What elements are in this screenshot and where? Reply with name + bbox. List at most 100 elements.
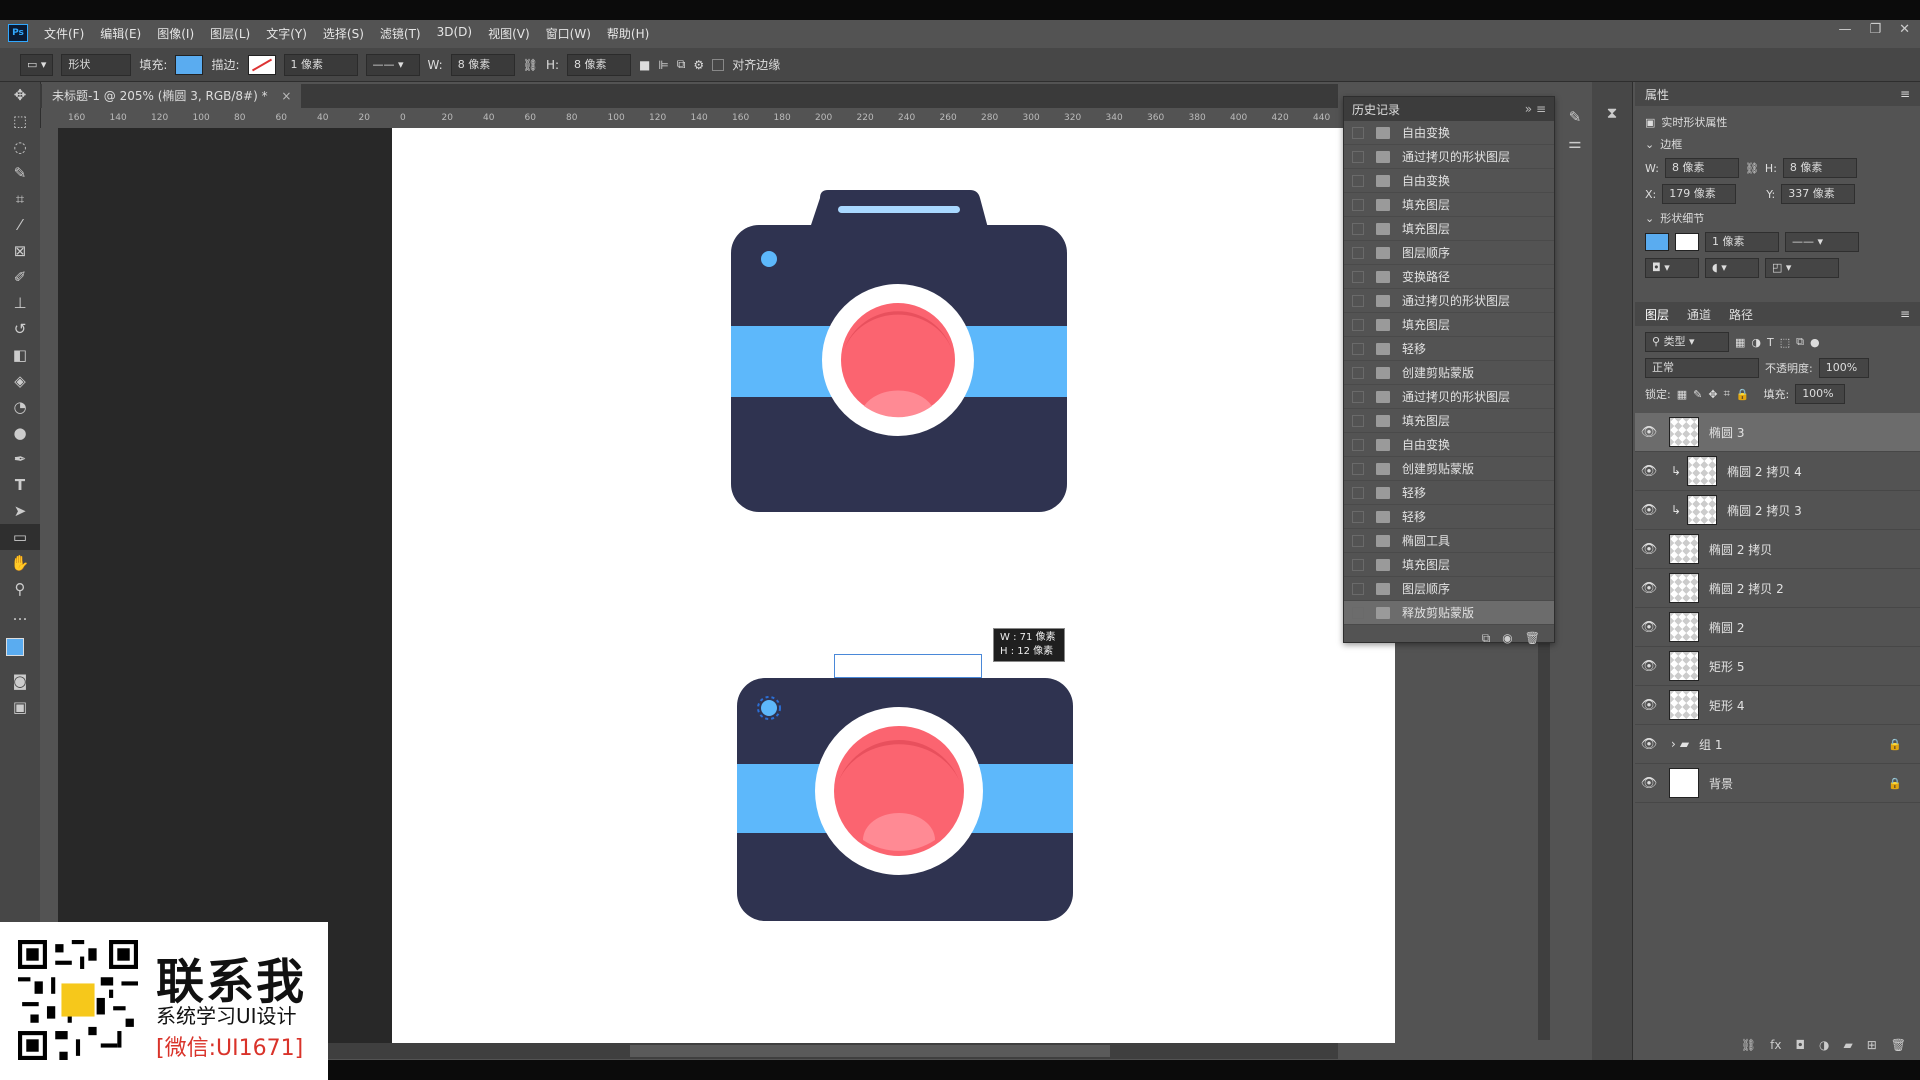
layer-row[interactable]: 👁 椭圆 2 <box>1635 608 1920 647</box>
menu-item[interactable]: 文件(F) <box>36 25 92 42</box>
history-item[interactable]: 自由变换 <box>1344 433 1554 457</box>
shape-details-section[interactable]: ⌄ 形状细节 <box>1635 207 1920 229</box>
close-tab-icon[interactable]: × <box>281 89 291 103</box>
history-item[interactable]: 填充图层 <box>1344 409 1554 433</box>
history-item[interactable]: 图层顺序 <box>1344 241 1554 265</box>
fx-icon[interactable]: fx <box>1770 1038 1781 1052</box>
minimize-icon[interactable]: — <box>1838 22 1851 37</box>
mode-select[interactable]: 形状 <box>61 53 132 76</box>
restore-icon[interactable]: ❐ <box>1869 22 1881 37</box>
history-source-checkbox[interactable] <box>1352 246 1364 259</box>
hand-tool-icon[interactable]: ✋ <box>0 550 40 576</box>
layer-row[interactable]: 👁 矩形 5 <box>1635 647 1920 686</box>
brush-dock-icon[interactable]: ✎ <box>1560 104 1590 130</box>
fill-field[interactable]: 100% <box>1795 384 1846 404</box>
expand-chevron-icon[interactable]: › <box>1671 737 1676 751</box>
screen-mode-icon[interactable]: ▣ <box>0 694 40 720</box>
menu-item[interactable]: 帮助(H) <box>599 25 657 42</box>
align-edges-checkbox[interactable] <box>712 58 725 71</box>
visibility-eye-icon[interactable]: 👁 <box>1635 464 1663 479</box>
layers-tab[interactable]: 图层 <box>1645 306 1669 323</box>
history-source-checkbox[interactable] <box>1352 126 1364 139</box>
history-source-checkbox[interactable] <box>1352 390 1364 403</box>
stroke-type-select[interactable]: —— ▾ <box>365 53 420 76</box>
layer-row[interactable]: 👁 背景 🔒 <box>1635 764 1920 803</box>
history-item[interactable]: 填充图层 <box>1344 193 1554 217</box>
history-source-checkbox[interactable] <box>1352 174 1364 187</box>
history-item[interactable]: 释放剪贴蒙版 <box>1344 601 1554 625</box>
rectangle-tool-icon[interactable]: ▭ <box>0 524 40 550</box>
layer-row[interactable]: 👁 椭圆 2 拷贝 2 <box>1635 569 1920 608</box>
delete-layer-icon[interactable]: 🗑 <box>1891 1038 1906 1052</box>
menu-item[interactable]: 图层(L) <box>202 25 258 42</box>
filter-pixel-icon[interactable]: ▦ <box>1735 336 1745 349</box>
menu-item[interactable]: 滤镜(T) <box>372 25 429 42</box>
link-icon[interactable]: ⛓ <box>523 58 538 72</box>
lock-paint-icon[interactable]: ✎ <box>1693 388 1702 401</box>
filter-adjust-icon[interactable]: ◑ <box>1751 336 1761 349</box>
eraser-tool-icon[interactable]: ◧ <box>0 342 40 368</box>
history-source-checkbox[interactable] <box>1352 318 1364 331</box>
prop-stroke-width[interactable]: 1 像素 <box>1705 232 1779 252</box>
move-tool-icon[interactable]: ✥ <box>0 82 40 108</box>
camera-icon-top[interactable] <box>731 190 1067 512</box>
history-source-checkbox[interactable] <box>1352 414 1364 427</box>
panel-menu-icon[interactable]: ≡ <box>1900 87 1910 101</box>
history-item[interactable]: 轻移 <box>1344 337 1554 361</box>
visibility-eye-icon[interactable]: 👁 <box>1635 620 1663 635</box>
history-item[interactable]: 自由变换 <box>1344 169 1554 193</box>
history-source-checkbox[interactable] <box>1352 462 1364 475</box>
layers-tab[interactable]: 通道 <box>1687 306 1711 323</box>
path-arrangement-icon[interactable]: ⧉ <box>677 57 686 72</box>
selected-ellipse[interactable] <box>761 700 777 716</box>
width-field[interactable]: 8 像素 <box>450 53 515 76</box>
marquee-tool-icon[interactable]: ⬚ <box>0 108 40 134</box>
type-tool-icon[interactable]: T <box>0 472 40 498</box>
visibility-eye-icon[interactable]: 👁 <box>1635 581 1663 596</box>
history-item[interactable]: 填充图层 <box>1344 313 1554 337</box>
more-tools-icon[interactable]: … <box>0 602 40 628</box>
tool-preset-picker[interactable]: ▭ ▾ <box>20 53 54 76</box>
lock-position-icon[interactable]: ✥ <box>1708 388 1717 401</box>
visibility-eye-icon[interactable]: 👁 <box>1635 542 1663 557</box>
layer-row[interactable]: 👁 椭圆 3 <box>1635 413 1920 452</box>
menu-item[interactable]: 文字(Y) <box>258 25 315 42</box>
history-source-checkbox[interactable] <box>1352 222 1364 235</box>
visibility-eye-icon[interactable]: 👁 <box>1635 425 1663 440</box>
layers-tab[interactable]: 路径 <box>1729 306 1753 323</box>
frame-tool-icon[interactable]: ⊠ <box>0 238 40 264</box>
panel-collapse-icon[interactable]: » ≡ <box>1525 102 1546 116</box>
history-source-checkbox[interactable] <box>1352 534 1364 547</box>
brush-tool-icon[interactable]: ✐ <box>0 264 40 290</box>
filter-shape-icon[interactable]: ⬚ <box>1780 336 1790 349</box>
lock-all-icon[interactable]: 🔒 <box>1736 388 1750 401</box>
layer-filter-select[interactable]: ⚲ 类型 ▾ <box>1645 332 1729 352</box>
stamp-tool-icon[interactable]: ⊥ <box>0 290 40 316</box>
menu-item[interactable]: 图像(I) <box>149 25 202 42</box>
blend-mode-select[interactable]: 正常 <box>1645 358 1759 378</box>
new-layer-icon[interactable]: ⊞ <box>1867 1038 1877 1052</box>
fill-swatch[interactable] <box>175 54 204 75</box>
history-item[interactable]: 通过拷贝的形状图层 <box>1344 385 1554 409</box>
history-source-checkbox[interactable] <box>1352 582 1364 595</box>
filter-smart-icon[interactable]: ⧉ <box>1796 335 1804 349</box>
history-item[interactable]: 通过拷贝的形状图层 <box>1344 289 1554 313</box>
menu-item[interactable]: 选择(S) <box>315 25 372 42</box>
new-document-from-state-icon[interactable]: ⧉ <box>1482 631 1491 646</box>
lasso-tool-icon[interactable]: ◌ <box>0 134 40 160</box>
prop-y-field[interactable]: 337 像素 <box>1781 184 1856 204</box>
history-source-checkbox[interactable] <box>1352 558 1364 571</box>
filter-type-icon[interactable]: T <box>1767 336 1774 349</box>
eyedropper-tool-icon[interactable]: ⁄ <box>0 212 40 238</box>
blur-tool-icon[interactable]: ◔ <box>0 394 40 420</box>
zoom-tool-icon[interactable]: ⚲ <box>0 576 40 602</box>
history-item[interactable]: 轻移 <box>1344 481 1554 505</box>
visibility-eye-icon[interactable]: 👁 <box>1635 698 1663 713</box>
prop-stroke-type[interactable]: —— ▾ <box>1785 232 1859 252</box>
trash-icon[interactable]: 🗑 <box>1525 631 1540 645</box>
pen-tool-icon[interactable]: ✒ <box>0 446 40 472</box>
lock-transparent-icon[interactable]: ▦ <box>1677 388 1687 401</box>
prop-x-field[interactable]: 179 像素 <box>1662 184 1737 204</box>
visibility-eye-icon[interactable]: 👁 <box>1635 776 1663 791</box>
history-source-checkbox[interactable] <box>1352 486 1364 499</box>
